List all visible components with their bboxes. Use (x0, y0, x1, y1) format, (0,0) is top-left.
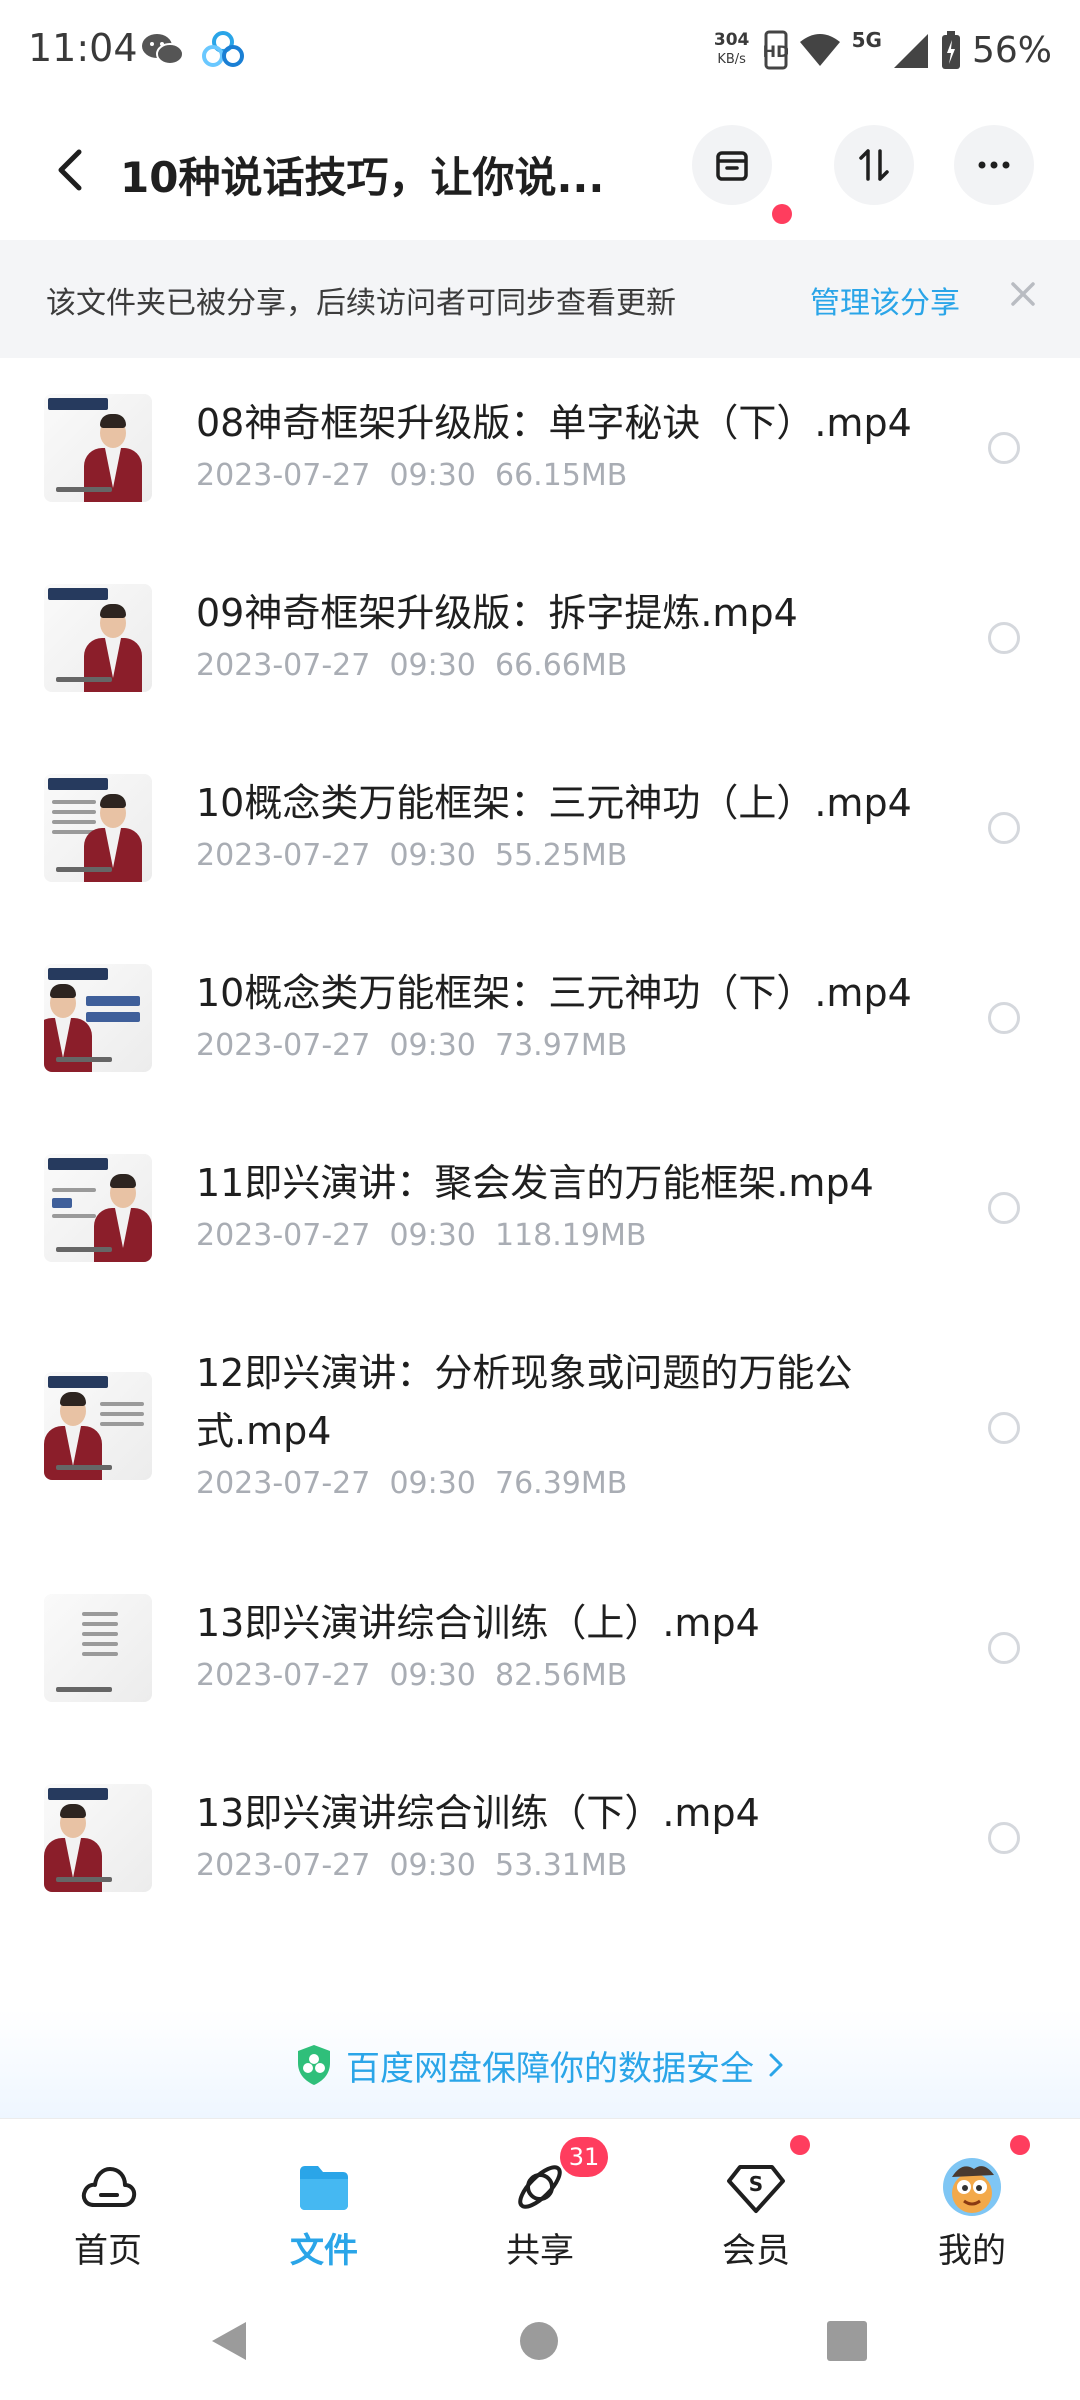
video-thumbnail (44, 1154, 152, 1262)
tab-home[interactable]: 首页 (0, 2119, 216, 2279)
archive-button[interactable] (692, 125, 772, 205)
network-type: 5G (851, 28, 882, 52)
tab-files[interactable]: 文件 (216, 2119, 432, 2279)
file-row[interactable]: 09神奇框架升级版：拆字提炼.mp4 2023-07-27 09:30 66.6… (0, 560, 1080, 750)
tab-mine[interactable]: 我的 (864, 2119, 1080, 2279)
status-time: 11:04 (28, 26, 138, 70)
security-notice[interactable]: 百度网盘保障你的数据安全 (0, 2010, 1080, 2120)
file-meta: 2023-07-27 09:30 76.39MB (196, 1466, 628, 1501)
nav-home-icon[interactable] (518, 2320, 560, 2362)
vip-dot (790, 2135, 810, 2155)
file-name: 08神奇框架升级版：单字秘诀（下）.mp4 (196, 401, 912, 445)
select-radio[interactable] (988, 1822, 1020, 1854)
file-name: 11即兴演讲：聚会发言的万能框架.mp4 (196, 1161, 874, 1205)
video-thumbnail (44, 1594, 152, 1702)
select-radio[interactable] (988, 432, 1020, 464)
nav-back-icon[interactable] (206, 2318, 252, 2364)
battery-percent: 56% (971, 29, 1052, 71)
page-title: 10种说话技巧，让你说... (120, 153, 605, 202)
header: 10种说话技巧，让你说... (0, 100, 1080, 240)
select-radio[interactable] (988, 1192, 1020, 1224)
notification-dot (772, 204, 792, 224)
status-bar: 11:04 304 KB/s HD 5G 56% (0, 0, 1080, 100)
file-meta: 2023-07-27 09:30 82.56MB (196, 1658, 628, 1693)
video-thumbnail (44, 774, 152, 882)
system-nav-bar (0, 2278, 1080, 2400)
baidu-netdisk-icon (202, 31, 244, 67)
avatar (943, 2158, 1001, 2216)
tab-files-label: 文件 (290, 2231, 358, 2271)
share-banner-text: 该文件夹已被分享，后续访问者可同步查看更新 (46, 286, 676, 321)
share-banner: 该文件夹已被分享，后续访问者可同步查看更新 管理该分享 (0, 240, 1080, 358)
select-radio[interactable] (988, 1412, 1020, 1444)
file-meta: 2023-07-27 09:30 66.15MB (196, 458, 628, 493)
share-badge: 31 (560, 2137, 608, 2177)
file-name: 13即兴演讲综合训练（下）.mp4 (196, 1791, 760, 1835)
file-meta: 2023-07-27 09:30 66.66MB (196, 648, 628, 683)
wifi-icon (799, 34, 840, 66)
file-name: 13即兴演讲综合训练（上）.mp4 (196, 1601, 760, 1645)
file-row[interactable]: 10概念类万能框架：三元神功（上）.mp4 2023-07-27 09:30 5… (0, 750, 1080, 940)
file-meta: 2023-07-27 09:30 118.19MB (196, 1218, 647, 1253)
svg-text:HD: HD (764, 42, 788, 61)
file-name: 10概念类万能框架：三元神功（下）.mp4 (196, 971, 912, 1015)
network-speed: 304 KB/s (713, 30, 750, 68)
video-thumbnail (44, 1372, 152, 1480)
file-row[interactable]: 13即兴演讲综合训练（下）.mp4 2023-07-27 09:30 53.31… (0, 1760, 1080, 1950)
file-row[interactable]: 13即兴演讲综合训练（上）.mp4 2023-07-27 09:30 82.56… (0, 1570, 1080, 1760)
tab-home-label: 首页 (74, 2231, 142, 2271)
tab-mine-label: 我的 (938, 2231, 1006, 2271)
tab-share[interactable]: 31 共享 (432, 2119, 648, 2279)
close-icon[interactable] (1005, 276, 1041, 312)
select-radio[interactable] (988, 622, 1020, 654)
chevron-right-icon (769, 2053, 783, 2077)
sort-button[interactable] (834, 125, 914, 205)
select-radio[interactable] (988, 812, 1020, 844)
orbit-icon (518, 2165, 562, 2209)
signal-icon (893, 34, 928, 68)
more-button[interactable] (954, 125, 1034, 205)
nav-recents-icon[interactable] (826, 2320, 868, 2362)
back-button[interactable] (40, 140, 100, 200)
wechat-icon (142, 34, 184, 65)
file-row[interactable]: 12即兴演讲：分析现象或问题的万能公式.mp4 2023-07-27 09:30… (0, 1320, 1080, 1570)
vip-diamond-icon: S (727, 2165, 785, 2213)
file-name: 12即兴演讲：分析现象或问题的万能公式.mp4 (196, 1351, 853, 1453)
battery-icon (941, 31, 960, 69)
sim-icon: HD (764, 30, 788, 70)
video-thumbnail (44, 1784, 152, 1892)
file-name: 10概念类万能框架：三元神功（上）.mp4 (196, 781, 912, 825)
folder-icon (300, 2166, 348, 2210)
video-thumbnail (44, 584, 152, 692)
archive-box-icon (716, 151, 748, 181)
more-dots-icon (978, 161, 1010, 169)
mine-dot (1010, 2135, 1030, 2155)
cloud-icon (81, 2167, 137, 2207)
security-text: 百度网盘保障你的数据安全 (346, 2048, 754, 2089)
back-arrow-icon (58, 149, 82, 191)
sort-arrows-icon (859, 149, 889, 181)
select-radio[interactable] (988, 1002, 1020, 1034)
file-meta: 2023-07-27 09:30 73.97MB (196, 1028, 628, 1063)
manage-share-link[interactable]: 管理该分享 (810, 278, 960, 322)
file-row[interactable]: 11即兴演讲：聚会发言的万能框架.mp4 2023-07-27 09:30 11… (0, 1130, 1080, 1320)
file-row[interactable]: 10概念类万能框架：三元神功（下）.mp4 2023-07-27 09:30 7… (0, 940, 1080, 1130)
file-row[interactable]: 08神奇框架升级版：单字秘诀（下）.mp4 2023-07-27 09:30 6… (0, 370, 1080, 560)
tab-vip[interactable]: S 会员 (648, 2119, 864, 2279)
file-name: 09神奇框架升级版：拆字提炼.mp4 (196, 591, 798, 635)
tab-share-label: 共享 (506, 2231, 574, 2271)
shield-icon (298, 2045, 330, 2085)
bottom-tab-bar: 首页 文件 31 共享 S 会员 我的 (0, 2118, 1080, 2278)
file-meta: 2023-07-27 09:30 53.31MB (196, 1848, 628, 1883)
file-meta: 2023-07-27 09:30 55.25MB (196, 838, 628, 873)
tab-vip-label: 会员 (722, 2231, 790, 2271)
select-radio[interactable] (988, 1632, 1020, 1664)
svg-text:S: S (749, 2172, 763, 2196)
video-thumbnail (44, 394, 152, 502)
video-thumbnail (44, 964, 152, 1072)
